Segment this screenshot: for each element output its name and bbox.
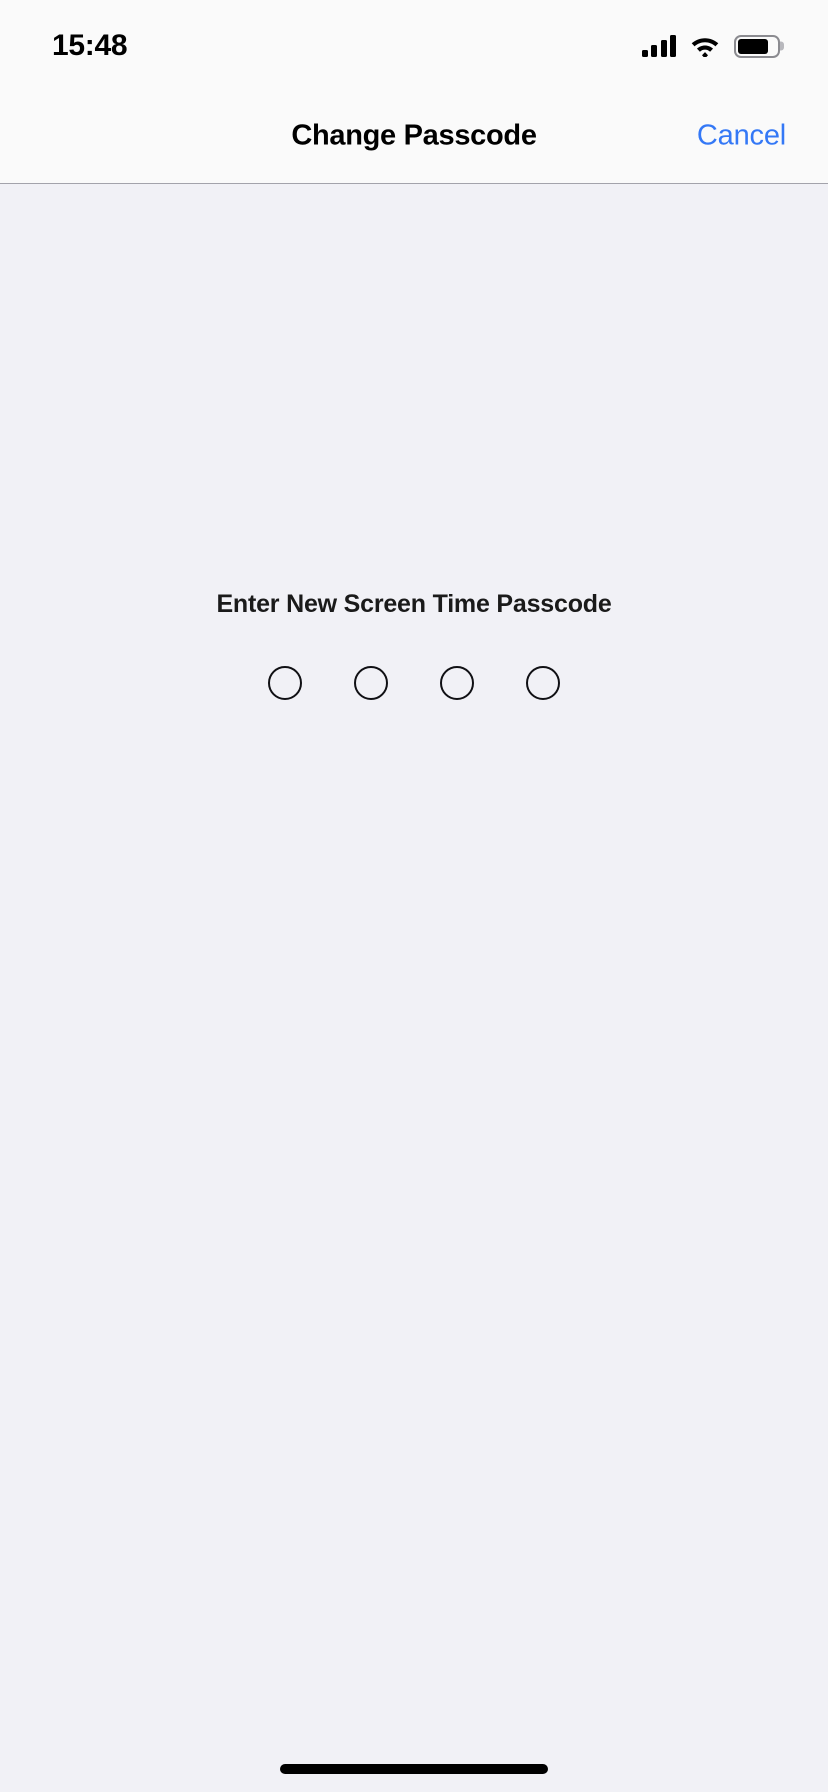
status-bar-time: 15:48	[52, 29, 128, 62]
cancel-button[interactable]: Cancel	[697, 119, 786, 152]
main-content: Enter New Screen Time Passcode	[0, 184, 828, 1792]
battery-fill	[738, 38, 768, 54]
passcode-dot-3[interactable]	[440, 666, 474, 700]
wifi-icon	[691, 38, 719, 57]
battery-icon	[734, 34, 784, 58]
status-bar-icons	[641, 34, 784, 58]
passcode-dot-2[interactable]	[354, 666, 388, 700]
passcode-dot-4[interactable]	[526, 666, 560, 700]
cellular-signal-icon	[641, 35, 676, 57]
passcode-entry-field[interactable]	[0, 666, 828, 700]
status-bar: 15:48	[0, 0, 828, 88]
battery-nub	[780, 41, 784, 51]
passcode-prompt-label: Enter New Screen Time Passcode	[216, 590, 612, 618]
passcode-dot-1[interactable]	[268, 666, 302, 700]
home-indicator[interactable]	[280, 1764, 548, 1774]
navigation-bar: Change Passcode Cancel	[0, 88, 828, 184]
